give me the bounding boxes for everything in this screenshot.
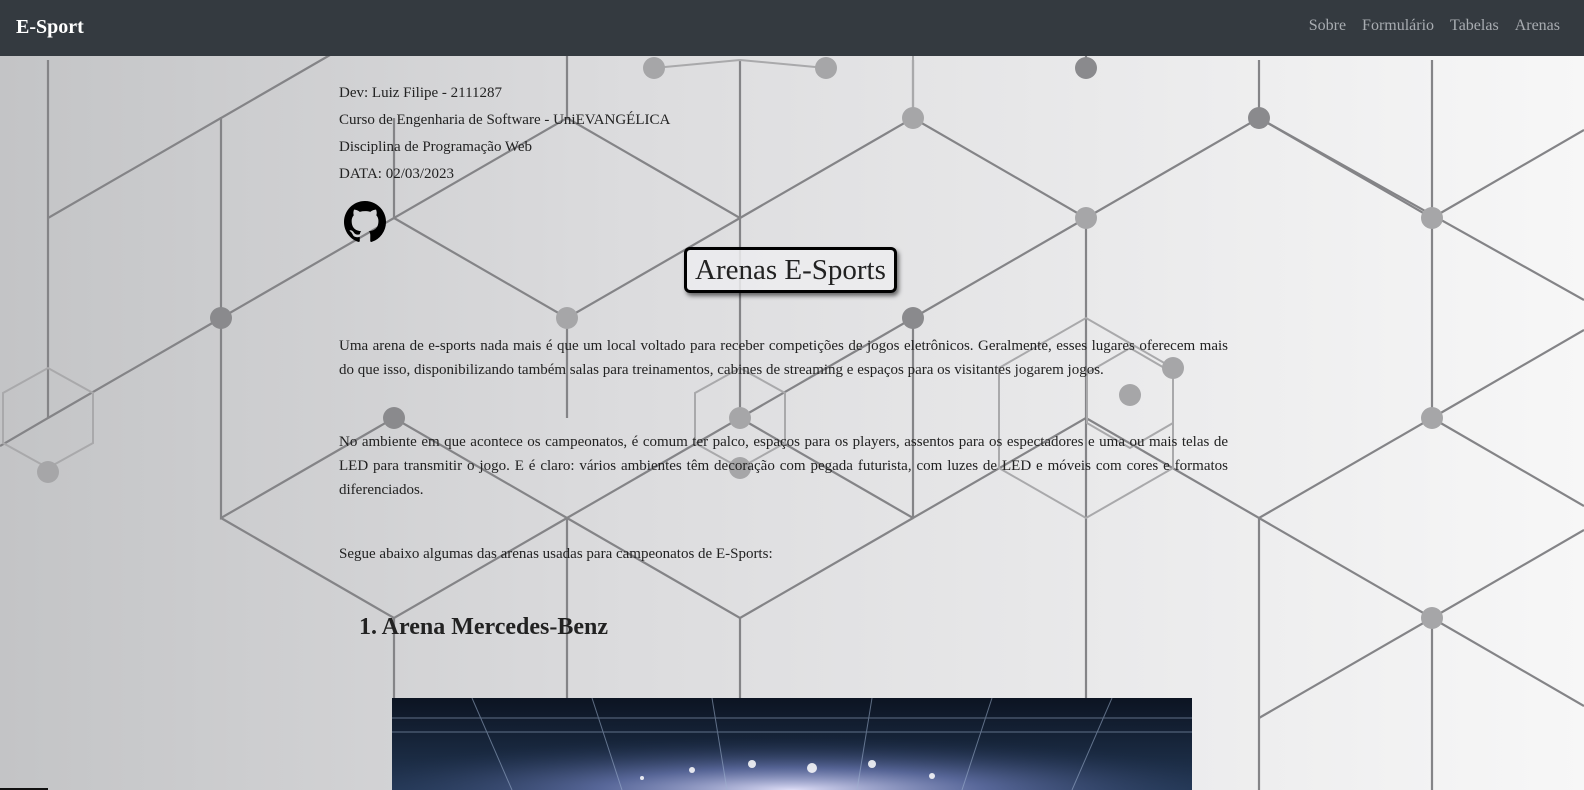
arena-mercedes-benz-image xyxy=(392,698,1192,790)
environment-paragraph: No ambiente em que acontece os campeonat… xyxy=(339,434,1228,498)
page-title: Arenas E-Sports xyxy=(684,247,897,293)
intro-paragraph: Uma arena de e-sports nada mais é que um… xyxy=(339,338,1228,378)
arena-heading: 1. Arena Mercedes-Benz xyxy=(359,614,609,640)
brand-link[interactable]: E-Sport xyxy=(16,16,84,39)
nav-link-arenas[interactable]: Arenas xyxy=(1515,17,1560,35)
author-info: Dev: Luiz Filipe - 2111287 Curso de Enge… xyxy=(339,80,670,188)
date-line: DATA: 02/03/2023 xyxy=(339,166,455,182)
dev-line: Dev: Luiz Filipe - 2111287 xyxy=(339,85,503,101)
discipline-line: Disciplina de Programação Web xyxy=(339,139,533,155)
main-content: Dev: Luiz Filipe - 2111287 Curso de Enge… xyxy=(0,0,1584,790)
github-icon[interactable] xyxy=(344,201,386,243)
arenas-intro-paragraph: Segue abaixo algumas das arenas usadas p… xyxy=(339,546,773,562)
nav-link-sobre[interactable]: Sobre xyxy=(1309,17,1346,35)
nav-links: Sobre Formulário Tabelas Arenas xyxy=(1309,17,1560,35)
nav-link-tabelas[interactable]: Tabelas xyxy=(1450,17,1499,35)
nav-link-formulario[interactable]: Formulário xyxy=(1362,17,1434,35)
course-line: Curso de Engenharia de Software - UniEVA… xyxy=(339,112,671,128)
navbar: E-Sport Sobre Formulário Tabelas Arenas xyxy=(0,0,1584,56)
